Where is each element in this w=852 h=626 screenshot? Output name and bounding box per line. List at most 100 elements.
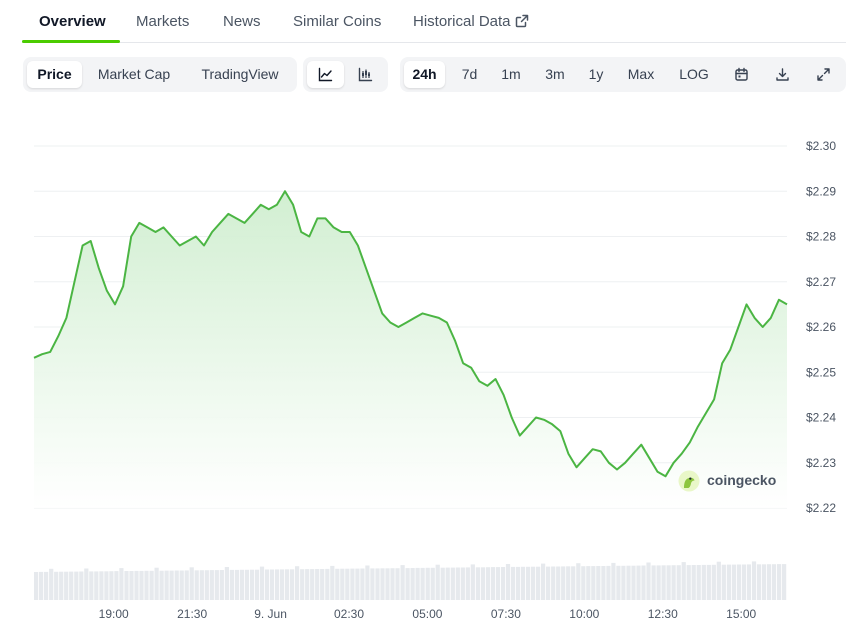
volume-bar [224, 567, 230, 600]
calendar-button[interactable] [724, 61, 758, 88]
volume-bar [711, 564, 716, 600]
volume-bar [239, 569, 245, 600]
volume-bar [450, 567, 455, 600]
volume-bar [330, 565, 335, 600]
line-chart-button[interactable] [307, 61, 344, 88]
volume-bar [475, 567, 481, 600]
volume-bar [736, 564, 742, 600]
volume-bar [616, 565, 621, 600]
volume-bar [69, 571, 74, 600]
volume-bar [571, 566, 576, 600]
volume-bar [536, 566, 541, 600]
volume-bar [355, 568, 360, 600]
volume-bar [179, 570, 184, 600]
x-tick-label: 21:30 [177, 607, 207, 621]
volume-bar [646, 562, 651, 600]
volume-bar [164, 570, 169, 600]
volume-bar [89, 571, 94, 600]
volume-bar [661, 565, 666, 600]
volume-bar [219, 570, 224, 600]
volume-bar [209, 570, 214, 600]
volume-bar [425, 567, 430, 600]
y-tick-label: $2.24 [806, 411, 836, 425]
volume-bar [706, 564, 711, 600]
volume-bar [556, 566, 561, 600]
volume-bar [460, 567, 465, 600]
volume-bar [691, 565, 696, 600]
volume-bar [39, 571, 44, 600]
volume-bar [199, 570, 204, 600]
price-chart[interactable]: $2.30 $2.29 $2.28 $2.27 $2.26 $2.25 $2.24 $2.23… [0, 110, 852, 626]
volume-bar [79, 571, 84, 600]
range-24h-button[interactable]: 24h [404, 61, 445, 88]
line-chart-icon [318, 67, 333, 82]
volume-bar [636, 565, 641, 600]
volume-bars [34, 561, 787, 600]
tab-news[interactable]: News [223, 13, 261, 30]
chart-type-toggle: Price Market Cap TradingView [23, 57, 297, 92]
volume-bar [400, 565, 405, 600]
x-tick-label: 19:00 [99, 607, 129, 621]
tab-historical-data[interactable]: Historical Data [413, 13, 529, 30]
candlestick-chart-button[interactable] [347, 61, 384, 88]
range-1y-button[interactable]: 1y [580, 61, 612, 88]
volume-bar [621, 565, 626, 600]
volume-bar [561, 566, 566, 600]
volume-bar [124, 571, 129, 600]
volume-bar [526, 566, 531, 600]
x-tick-label: 07:30 [491, 607, 521, 621]
price-button[interactable]: Price [27, 61, 82, 88]
watermark-text: coingecko [707, 472, 777, 488]
volume-bar [300, 569, 305, 600]
volume-bar [269, 569, 275, 600]
volume-bar [696, 565, 701, 600]
volume-bar [641, 565, 646, 600]
volume-bar [766, 564, 772, 600]
tab-similar-coins[interactable]: Similar Coins [293, 13, 381, 30]
x-axis-labels: 19:00 21:30 9. Jun 02:30 05:00 07:30 10:00 12:3… [99, 607, 757, 621]
range-max-button[interactable]: Max [620, 61, 662, 88]
volume-bar [84, 568, 89, 600]
tradingview-button[interactable]: TradingView [190, 61, 290, 88]
x-tick-label: 10:00 [569, 607, 599, 621]
volume-bar [771, 564, 777, 600]
volume-bar [254, 569, 260, 600]
external-link-icon [515, 14, 528, 28]
volume-bar [34, 572, 39, 600]
volume-bar [420, 567, 425, 600]
volume-bar [495, 567, 501, 600]
range-3m-button[interactable]: 3m [536, 61, 574, 88]
gecko-logo-icon [678, 470, 700, 492]
volume-bar [94, 571, 99, 600]
volume-bar [149, 570, 154, 600]
fullscreen-icon [816, 68, 830, 81]
volume-bar [99, 571, 104, 600]
tab-markets[interactable]: Markets [136, 13, 189, 30]
log-scale-button[interactable]: LOG [670, 61, 718, 88]
volume-bar [676, 565, 681, 600]
volume-bar [716, 561, 721, 600]
x-tick-label: 02:30 [334, 607, 364, 621]
volume-bar [741, 564, 747, 600]
volume-bar [591, 566, 596, 600]
volume-bar [365, 565, 370, 600]
volume-bar [144, 570, 149, 600]
volume-bar [64, 571, 69, 600]
volume-bar [546, 566, 551, 600]
volume-bar [350, 568, 355, 600]
volume-bar [551, 566, 556, 600]
volume-bar [731, 564, 737, 600]
calendar-icon [734, 67, 748, 81]
tab-overview[interactable]: Overview [39, 13, 106, 30]
price-area [34, 191, 787, 508]
volume-bar [455, 567, 460, 600]
market-cap-button[interactable]: Market Cap [88, 61, 180, 88]
volume-bar [154, 567, 159, 600]
range-7d-button[interactable]: 7d [452, 61, 487, 88]
volume-bar [114, 571, 119, 600]
range-1m-button[interactable]: 1m [493, 61, 529, 88]
download-button[interactable] [764, 61, 800, 88]
volume-bar [275, 569, 280, 600]
volume-bar [184, 570, 189, 600]
fullscreen-button[interactable] [805, 61, 841, 88]
